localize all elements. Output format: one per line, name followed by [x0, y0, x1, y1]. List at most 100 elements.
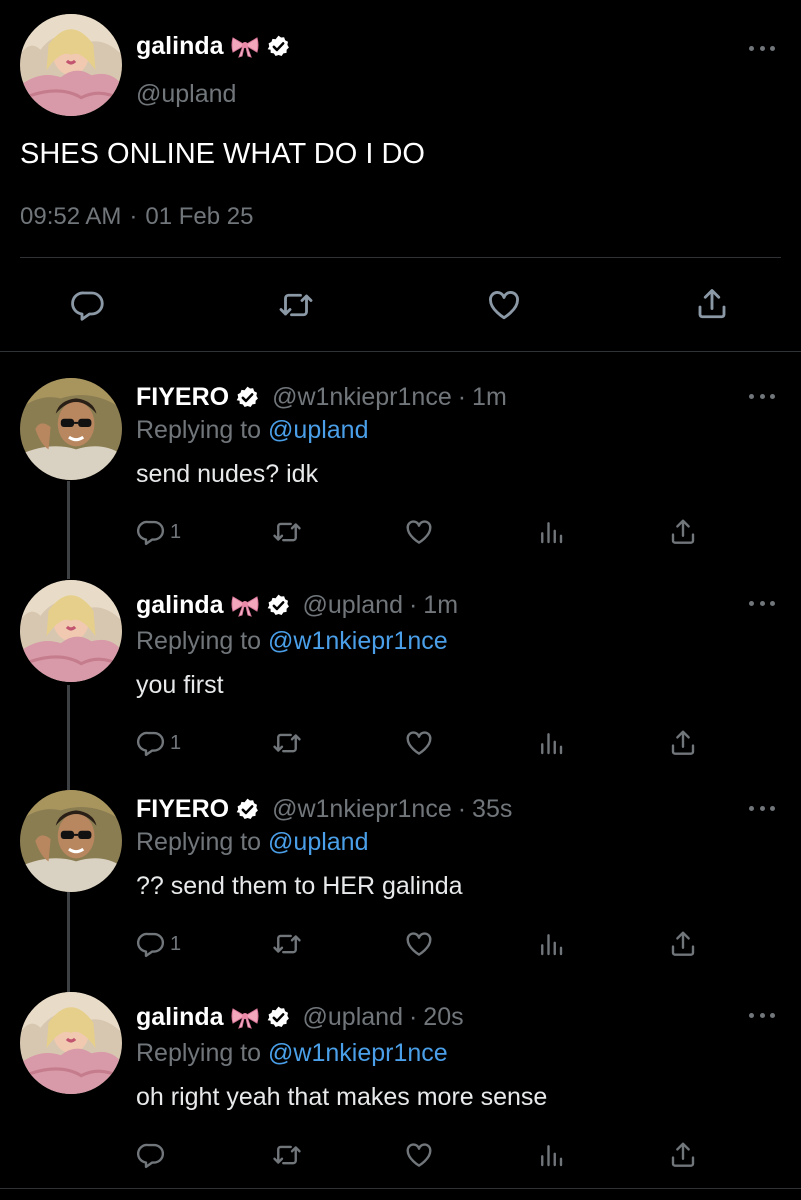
like-button[interactable] [403, 929, 435, 959]
retweet-icon [271, 1140, 303, 1170]
reply-count: 1 [170, 520, 182, 543]
like-button[interactable] [403, 728, 435, 758]
avatar[interactable] [20, 580, 122, 682]
reply-button[interactable] [70, 287, 106, 323]
retweet-button[interactable] [271, 728, 303, 758]
replying-to-label: Replying to [136, 1039, 262, 1067]
reply-icon [136, 1140, 166, 1170]
tweet-text: oh right yeah that makes more sense [136, 1083, 548, 1111]
views-icon [536, 727, 566, 759]
author-name: FIYERO [136, 795, 230, 823]
main-tweet: galinda @upland SHES ONLINE WHAT DO I DO… [0, 0, 801, 352]
fiyero-avatar-image [20, 790, 122, 892]
ribbon-bow-icon [230, 594, 260, 618]
divider [0, 351, 801, 352]
main-author[interactable]: galinda [136, 32, 291, 61]
thread-connector [67, 685, 70, 790]
divider [0, 1188, 801, 1189]
thread-connector [67, 892, 70, 992]
separator: · [408, 591, 418, 619]
author-name: galinda [136, 32, 224, 60]
tweet-timestamp[interactable]: 09:52 AM · 01 Feb 25 [20, 203, 254, 231]
reply-button[interactable]: 1 [136, 929, 181, 959]
heart-icon [485, 287, 523, 323]
reply-icon [70, 287, 106, 323]
thread-connector [67, 481, 70, 579]
retweet-button[interactable] [277, 287, 315, 323]
retweet-icon [277, 287, 315, 323]
reply-author[interactable]: galinda @upland · 20s [136, 1003, 464, 1032]
heart-icon [403, 1140, 435, 1170]
reply-button[interactable]: 1 [136, 517, 181, 547]
retweet-button[interactable] [271, 1140, 303, 1170]
reply-icon [136, 517, 166, 547]
author-handle: @upland [302, 1003, 403, 1031]
more-dots-icon[interactable] [749, 390, 775, 402]
share-icon [668, 516, 698, 548]
heart-icon [403, 929, 435, 959]
views-button[interactable] [536, 928, 566, 960]
more-dots-icon[interactable] [749, 597, 775, 609]
replying-to-line: Replying to @w1nkiepr1nce [136, 627, 448, 656]
tweet-text: send nudes? idk [136, 460, 319, 488]
replying-to-link[interactable]: @upland [268, 416, 368, 444]
heart-icon [403, 728, 435, 758]
divider [20, 257, 781, 258]
ribbon-bow-icon [230, 1006, 260, 1030]
heart-icon [403, 517, 435, 547]
replying-to-link[interactable]: @w1nkiepr1nce [268, 1039, 448, 1067]
tweet-text: you first [136, 671, 224, 699]
avatar[interactable] [20, 378, 122, 480]
share-icon [694, 285, 730, 323]
share-button[interactable] [694, 285, 730, 323]
retweet-button[interactable] [271, 517, 303, 547]
like-button[interactable] [485, 287, 523, 323]
replying-to-label: Replying to [136, 416, 262, 444]
views-icon [536, 1139, 566, 1171]
separator: · [408, 1003, 418, 1031]
reply-button[interactable]: 1 [136, 728, 181, 758]
retweet-icon [271, 517, 303, 547]
avatar[interactable] [20, 790, 122, 892]
tweet-time: 09:52 AM [20, 203, 122, 230]
more-dots-icon[interactable] [749, 42, 775, 54]
galinda-avatar-image [20, 580, 122, 682]
verified-badge-icon [235, 385, 260, 410]
views-icon [536, 516, 566, 548]
share-icon [668, 727, 698, 759]
author-handle: @upland [302, 591, 403, 619]
share-button[interactable] [668, 516, 698, 548]
avatar[interactable] [20, 14, 122, 116]
share-button[interactable] [668, 1139, 698, 1171]
reply-count: 1 [170, 731, 182, 754]
like-button[interactable] [403, 1140, 435, 1170]
tweet-age: 20s [423, 1003, 464, 1031]
replying-to-link[interactable]: @upland [268, 828, 368, 856]
replying-to-line: Replying to @w1nkiepr1nce [136, 1039, 448, 1068]
reply-count: 1 [170, 932, 182, 955]
author-name: galinda [136, 1003, 224, 1031]
author-handle[interactable]: @upland [136, 80, 236, 109]
reply-button[interactable] [136, 1140, 166, 1170]
views-button[interactable] [536, 727, 566, 759]
reply-icon [136, 728, 166, 758]
reply-author[interactable]: FIYERO @w1nkiepr1nce · 1m [136, 383, 507, 412]
replying-to-line: Replying to @upland [136, 416, 368, 445]
share-button[interactable] [668, 727, 698, 759]
galinda-avatar-image [20, 992, 122, 1094]
replying-to-link[interactable]: @w1nkiepr1nce [268, 627, 448, 655]
like-button[interactable] [403, 517, 435, 547]
tweet-age: 35s [472, 795, 513, 823]
verified-badge-icon [266, 593, 291, 618]
retweet-button[interactable] [271, 929, 303, 959]
more-dots-icon[interactable] [749, 802, 775, 814]
replying-to-line: Replying to @upland [136, 828, 368, 857]
more-dots-icon[interactable] [749, 1009, 775, 1021]
share-button[interactable] [668, 928, 698, 960]
tweet-text: SHES ONLINE WHAT DO I DO [20, 138, 425, 170]
reply-author[interactable]: FIYERO @w1nkiepr1nce · 35s [136, 795, 512, 824]
views-button[interactable] [536, 516, 566, 548]
avatar[interactable] [20, 992, 122, 1094]
views-button[interactable] [536, 1139, 566, 1171]
reply-author[interactable]: galinda @upland · 1m [136, 591, 458, 620]
